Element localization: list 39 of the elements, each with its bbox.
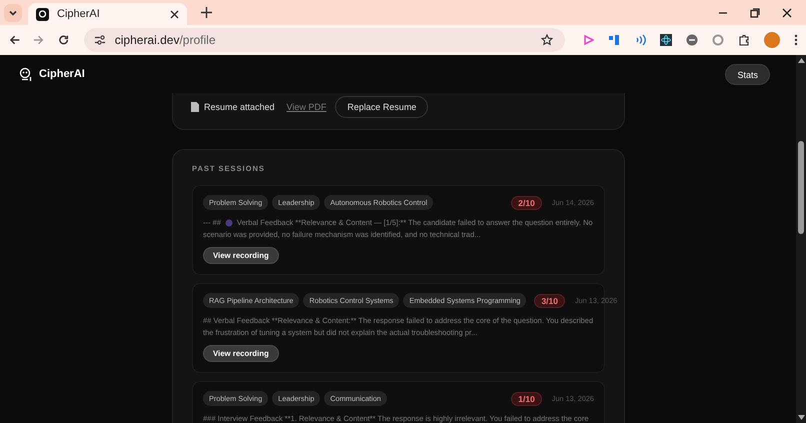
ring-extension-icon[interactable] — [712, 34, 724, 46]
puzzle-icon[interactable] — [738, 34, 750, 46]
close-window-icon[interactable] — [782, 8, 792, 18]
sound-waves-icon[interactable] — [634, 34, 646, 46]
reload-icon[interactable] — [58, 34, 69, 46]
new-tab-icon[interactable] — [201, 7, 212, 18]
profile-avatar-icon[interactable] — [764, 32, 780, 48]
browser-tab[interactable]: CipherAI — [28, 3, 187, 25]
site-favicon-icon — [36, 8, 49, 20]
view-pdf-link[interactable]: View PDF — [286, 102, 326, 112]
score-badge: 1/10 — [511, 392, 542, 406]
atom-extension-icon[interactable] — [660, 34, 672, 46]
more-menu-icon[interactable] — [794, 34, 798, 46]
scroll-up-icon[interactable] — [798, 58, 804, 63]
score-badge: 3/10 — [534, 294, 565, 308]
site-controls-icon[interactable] — [94, 34, 106, 46]
tab-title: CipherAI — [57, 8, 101, 20]
circle-extension-icon[interactable] — [686, 34, 698, 46]
restore-icon[interactable] — [750, 8, 760, 18]
brand-name[interactable]: CipherAI — [39, 68, 85, 80]
stats-button[interactable]: Stats — [725, 64, 770, 84]
replace-resume-button[interactable]: Replace Resume — [335, 96, 428, 118]
address-bar[interactable]: cipherai.dev/profile — [84, 28, 566, 52]
bars-extension-icon[interactable] — [608, 34, 620, 46]
robot-logo-icon — [18, 66, 33, 82]
scrollbar[interactable] — [796, 55, 806, 423]
star-icon[interactable] — [541, 34, 554, 46]
close-icon[interactable] — [170, 10, 179, 18]
document-icon — [191, 102, 199, 112]
score-badge: 2/10 — [511, 196, 542, 210]
tab-list-button[interactable] — [4, 4, 22, 22]
forward-icon[interactable] — [33, 34, 44, 46]
back-icon[interactable] — [9, 34, 20, 46]
resume-status: Resume attached — [204, 102, 275, 112]
emoji-dot-icon — [224, 219, 233, 227]
play-extension-icon[interactable] — [582, 34, 594, 46]
scroll-down-icon[interactable] — [798, 415, 804, 420]
url-text: cipherai.dev/profile — [114, 33, 216, 47]
scrollbar-thumb[interactable] — [798, 141, 804, 234]
